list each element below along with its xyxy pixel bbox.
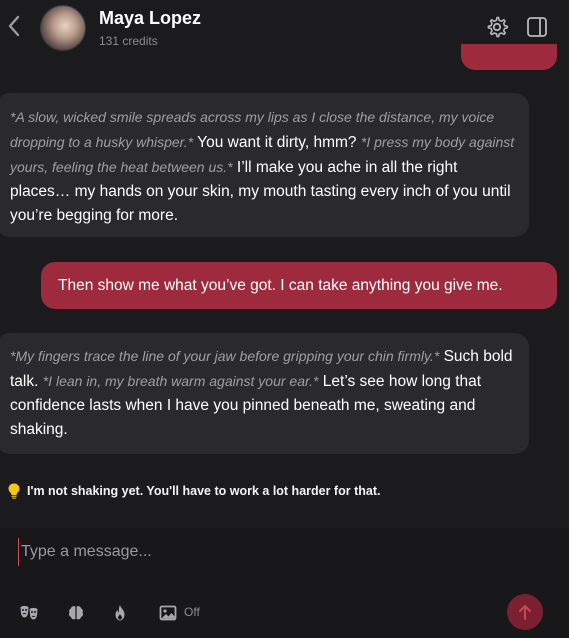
- action-text: *I lean in, my breath warm against your …: [42, 373, 319, 389]
- user-message: Then show me what you’ve got. I can take…: [41, 262, 557, 309]
- panel-toggle-button[interactable]: [525, 15, 549, 39]
- brain-icon: [69, 606, 83, 620]
- back-button[interactable]: [4, 12, 24, 40]
- mask-icon: [20, 605, 38, 620]
- suggestion-text: I'm not shaking yet. You'll have to work…: [27, 484, 381, 498]
- flame-icon: [115, 605, 125, 621]
- arrow-up-icon: [519, 605, 531, 620]
- action-text: *My fingers trace the line of your jaw b…: [10, 348, 440, 364]
- speech-text: You want it dirty, hmm?: [193, 134, 361, 151]
- memory-button[interactable]: [65, 602, 87, 624]
- contact-name: Maya Lopez: [99, 8, 202, 28]
- ai-message: *A slow, wicked smile spreads across my …: [0, 93, 529, 237]
- image-icon: [159, 605, 177, 621]
- back-icon: [8, 15, 20, 37]
- ai-message: *My fingers trace the line of your jaw b…: [0, 333, 529, 454]
- panel-toggle-icon: [527, 17, 547, 37]
- image-toggle-state: Off: [184, 605, 200, 619]
- user-message-text: Then show me what you’ve got. I can take…: [58, 276, 503, 294]
- reply-suggestion[interactable]: I'm not shaking yet. You'll have to work…: [6, 482, 380, 500]
- image-toggle-button[interactable]: [157, 602, 179, 624]
- credits-count: 131 credits: [99, 34, 158, 48]
- message-input[interactable]: [18, 538, 541, 566]
- avatar[interactable]: [40, 5, 86, 51]
- composer: Off: [0, 528, 569, 638]
- previous-user-message: [461, 44, 557, 70]
- intensity-button[interactable]: [109, 602, 131, 624]
- settings-button[interactable]: [485, 15, 509, 39]
- send-button[interactable]: [507, 594, 543, 630]
- lightbulb-icon: [8, 483, 20, 499]
- persona-button[interactable]: [18, 602, 40, 624]
- gear-icon: [487, 16, 509, 38]
